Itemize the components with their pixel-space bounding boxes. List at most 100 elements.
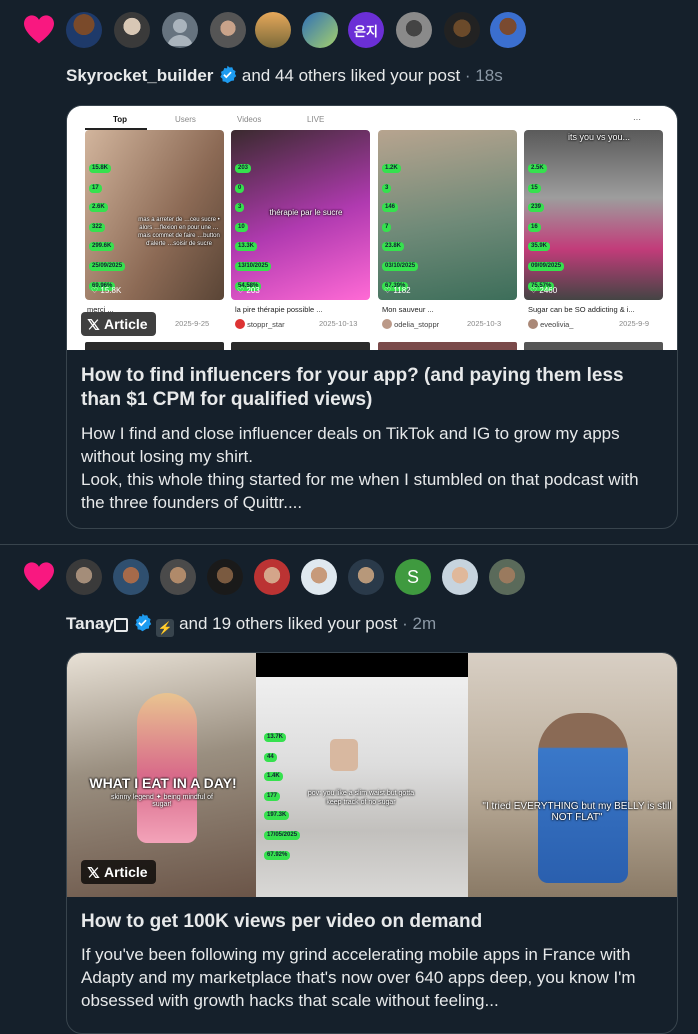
stat-likes: 203 xyxy=(235,164,252,173)
tiktok-tabs: Top Users Videos LIVE ··· xyxy=(67,106,677,130)
video-panel-middle: 13.7K 44 1.4K 177 197.3K 17/05/2025 67.9… xyxy=(256,653,468,897)
article-title[interactable]: How to find influencers for your app? (a… xyxy=(81,364,661,412)
x-logo-icon xyxy=(87,866,100,878)
stat-comments: 44 xyxy=(264,752,277,762)
view-count: ♡ 2460 xyxy=(530,286,558,295)
stat-date: 09/09/2025 xyxy=(528,261,565,271)
avatar[interactable] xyxy=(210,12,246,48)
video-date: 2025-9-25 xyxy=(175,319,210,328)
stat-date: 13/10/2025 xyxy=(235,261,272,271)
avatar[interactable] xyxy=(160,559,196,595)
stat-date: 25/09/2025 xyxy=(89,261,126,271)
video-thumbnail: 2.5K 15 239 16 35.9K 09/09/2025 75.57% i… xyxy=(524,130,663,300)
notification-action: and 19 others liked your post xyxy=(179,614,398,633)
like-notification-1[interactable]: 은지 Skyrocket_builder and 44 others liked… xyxy=(0,0,698,545)
view-count: ♡ 1182 xyxy=(384,286,411,295)
heart-icon xyxy=(24,562,54,591)
stat-views: 35.9K xyxy=(528,242,551,252)
notification-text: Skyrocket_builder and 44 others liked yo… xyxy=(66,65,503,86)
video-thumbnail: 203 0 3 10 13.3K 13/10/2025 54.58% théra… xyxy=(231,130,370,300)
notification-action: and 44 others liked your post xyxy=(241,66,461,85)
avatar[interactable]: S xyxy=(395,559,431,595)
stat-likes: 2.5K xyxy=(528,164,547,173)
video-stats: 2.5K 15 239 16 35.9K 09/09/2025 75.57% xyxy=(528,156,565,293)
stat-shares: 7 xyxy=(382,222,392,232)
article-badge: Article xyxy=(81,312,156,336)
article-cover-image: Top Users Videos LIVE ··· 15.8K 17 2.6K … xyxy=(67,106,677,350)
stat-views: 197.3K xyxy=(264,811,290,821)
stat-likes: 13.7K xyxy=(264,733,287,742)
video-thumbnail: 1.2K 3 146 7 23.8K 03/10/2025 67.39% ♡ 1… xyxy=(378,130,517,300)
x-logo-icon xyxy=(87,318,100,330)
avatar[interactable] xyxy=(302,12,338,48)
square-emoji-icon xyxy=(113,618,128,632)
avatar[interactable]: 은지 xyxy=(348,12,384,48)
avatar[interactable] xyxy=(442,559,478,595)
stat-comments: 15 xyxy=(528,183,541,193)
article-description: How I find and close influencer deals on… xyxy=(81,424,639,512)
overlay-caption-big: WHAT I EAT IN A DAY! xyxy=(89,775,237,791)
video-author: odelia_stoppr xyxy=(382,319,439,329)
user-name[interactable]: Tanay xyxy=(66,614,114,633)
article-card[interactable]: Top Users Videos LIVE ··· 15.8K 17 2.6K … xyxy=(66,105,678,529)
avatar[interactable] xyxy=(66,12,102,48)
video-thumbnail: 15.8K 17 2.6K 322 299.6K 25/09/2025 69.9… xyxy=(85,130,224,300)
video-date: 2025-9-9 xyxy=(619,319,650,328)
avatar[interactable] xyxy=(207,559,243,595)
avatar[interactable] xyxy=(301,559,337,595)
stat-shares: 322 xyxy=(89,222,106,232)
article-description: If you've been following my grind accele… xyxy=(81,945,636,1010)
thumbnail-strip xyxy=(85,342,224,350)
video-author: eveolivia_ xyxy=(528,319,573,329)
heart-icon xyxy=(24,15,54,44)
notification-text: Tanay ⚡ and 19 others liked your post · … xyxy=(66,613,436,637)
avatar[interactable] xyxy=(444,12,480,48)
person-figure xyxy=(538,713,628,883)
article-card[interactable]: WHAT I EAT IN A DAY! skinny legend ✦ bei… xyxy=(66,652,678,1034)
video-caption: Mon sauveur ... xyxy=(382,305,434,314)
stat-saves: 1.4K xyxy=(264,772,283,782)
article-badge: Article xyxy=(81,860,156,884)
stat-saves: 239 xyxy=(528,203,545,213)
overlay-caption: mas a arreter de …ceu sucre • alors …fle… xyxy=(138,217,220,247)
avatar[interactable] xyxy=(489,559,525,595)
verified-badge-icon xyxy=(134,613,151,632)
avatar[interactable] xyxy=(255,12,291,48)
timestamp: · 2m xyxy=(402,614,437,633)
like-notification-2[interactable]: S Tanay ⚡ and 19 others liked your post … xyxy=(0,545,698,1034)
verified-badge-icon xyxy=(220,65,237,84)
video-stats: 13.7K 44 1.4K 177 197.3K 17/05/2025 67.9… xyxy=(264,725,301,862)
stat-views: 23.8K xyxy=(382,242,405,252)
stat-shares: 10 xyxy=(235,222,248,232)
view-count: ♡ 203 xyxy=(237,286,260,295)
avatar[interactable] xyxy=(113,559,149,595)
tab-users: Users xyxy=(175,115,196,124)
tab-videos: Videos xyxy=(237,115,262,124)
avatar[interactable] xyxy=(114,12,150,48)
avatar[interactable] xyxy=(348,559,384,595)
stat-comments: 3 xyxy=(382,183,392,193)
stat-comments: 17 xyxy=(89,183,102,193)
avatar[interactable] xyxy=(66,559,102,595)
article-title[interactable]: How to get 100K views per video on deman… xyxy=(81,910,661,934)
stat-date: 17/05/2025 xyxy=(264,830,301,840)
thumbnail-strip xyxy=(524,342,663,350)
stat-saves: 146 xyxy=(382,203,399,213)
video-date: 2025-10-13 xyxy=(319,319,358,328)
avatar[interactable] xyxy=(254,559,290,595)
stat-saves: 3 xyxy=(235,203,245,213)
avatar[interactable] xyxy=(162,12,198,48)
video-stats: 203 0 3 10 13.3K 13/10/2025 54.58% xyxy=(235,156,272,293)
video-stats: 15.8K 17 2.6K 322 299.6K 25/09/2025 69.9… xyxy=(89,156,126,293)
avatar[interactable] xyxy=(396,12,432,48)
stat-views: 299.6K xyxy=(89,242,115,252)
stat-likes: 15.8K xyxy=(89,164,112,173)
article-cover-image: WHAT I EAT IN A DAY! skinny legend ✦ bei… xyxy=(67,653,677,897)
avatar[interactable] xyxy=(490,12,526,48)
lightning-badge-icon: ⚡ xyxy=(156,619,175,637)
user-name[interactable]: Skyrocket_builder xyxy=(66,66,213,85)
timestamp: · 18s xyxy=(464,66,503,85)
video-caption: la pire thérapie possible ... xyxy=(235,305,323,314)
thumbnail-strip xyxy=(231,342,370,350)
more-icon: ··· xyxy=(633,115,641,124)
